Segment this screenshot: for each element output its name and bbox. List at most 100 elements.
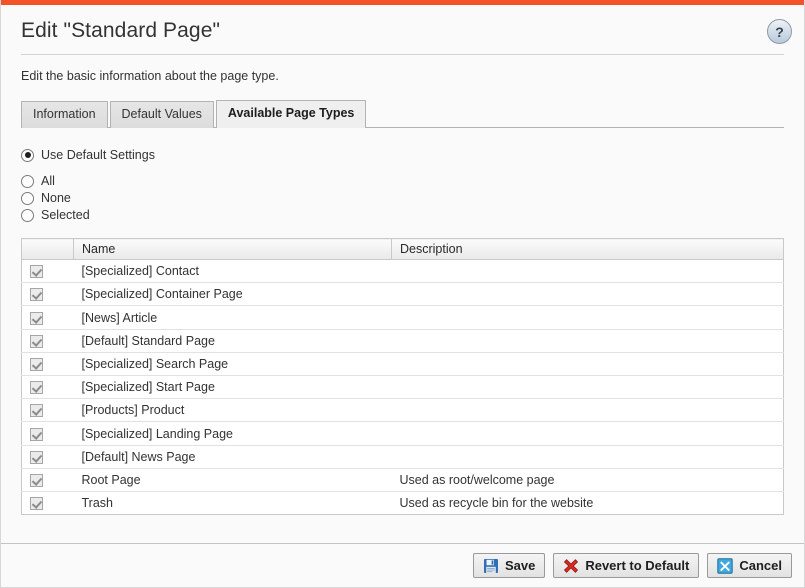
- row-name-cell: [Default] News Page: [73, 445, 392, 469]
- row-description-cell: [391, 445, 784, 469]
- row-name-cell: [Default] Standard Page: [73, 329, 392, 353]
- tab-default-values[interactable]: Default Values: [109, 101, 214, 128]
- radio-label: None: [41, 191, 71, 205]
- help-glyph: ?: [775, 23, 784, 40]
- checkbox-icon[interactable]: [30, 311, 43, 325]
- row-checkbox-cell[interactable]: [21, 305, 74, 330]
- save-button-label: Save: [504, 558, 536, 573]
- title-divider: [21, 54, 784, 55]
- intro-text: Edit the basic information about the pag…: [21, 69, 279, 83]
- table-row[interactable]: [Specialized] Search Page: [21, 352, 784, 377]
- tab-information[interactable]: Information: [21, 101, 108, 128]
- page-types-table-wrap: Name Description [Specialized] Contact [S…: [1, 224, 804, 516]
- page-root: Edit "Standard Page" ? Edit the basic in…: [0, 0, 805, 588]
- radio-use-default-settings[interactable]: Use Default Settings: [21, 147, 784, 163]
- row-description-cell: [391, 398, 784, 423]
- table-header-row: Name Description: [21, 238, 784, 260]
- radio-label: Selected: [41, 208, 90, 222]
- tab-available-page-types[interactable]: Available Page Types: [215, 100, 367, 128]
- column-header-checkbox[interactable]: [21, 238, 74, 260]
- row-description-cell: [391, 329, 784, 353]
- table-row[interactable]: Trash Used as recycle bin for the website: [22, 492, 784, 515]
- row-name-cell: [News] Article: [73, 305, 392, 330]
- table-row[interactable]: [Products] Product: [21, 398, 784, 423]
- row-checkbox-cell[interactable]: [21, 375, 74, 400]
- row-checkbox-cell[interactable]: [21, 468, 74, 493]
- row-description-cell: [391, 352, 784, 377]
- tab-label: Available Page Types: [227, 106, 355, 120]
- row-checkbox-cell[interactable]: [21, 282, 74, 307]
- red-x-icon: [564, 558, 579, 573]
- tab-bar: Information Default Values Available Pag…: [1, 83, 804, 128]
- table-row[interactable]: [News] Article: [21, 305, 784, 330]
- row-description-cell: [391, 375, 784, 400]
- tab-label: Default Values: [121, 107, 202, 121]
- row-description-cell: [391, 259, 784, 284]
- column-header-name[interactable]: Name: [73, 238, 392, 260]
- checkbox-icon[interactable]: [30, 427, 43, 441]
- cancel-button-label: Cancel: [739, 558, 782, 573]
- checkbox-icon[interactable]: [30, 288, 43, 302]
- radio-indicator-icon: [21, 191, 34, 205]
- checkbox-icon[interactable]: [30, 497, 43, 511]
- save-button[interactable]: Save: [472, 553, 546, 578]
- row-name-cell: [Specialized] Start Page: [73, 375, 392, 400]
- table-row[interactable]: [Default] News Page: [21, 445, 784, 469]
- checkbox-icon[interactable]: [30, 334, 43, 348]
- page-title: Edit "Standard Page": [21, 19, 221, 42]
- row-checkbox-cell[interactable]: [22, 492, 74, 515]
- revert-to-default-button[interactable]: Revert to Default: [553, 553, 700, 578]
- row-name-cell: Root Page: [73, 468, 392, 493]
- row-description-cell: Used as recycle bin for the website: [399, 496, 594, 511]
- page-header: Edit "Standard Page" ?: [1, 5, 804, 55]
- row-name-cell: [Products] Product: [73, 398, 392, 423]
- row-description-cell: [391, 305, 784, 330]
- table-row[interactable]: [Specialized] Contact: [21, 259, 784, 284]
- row-checkbox-cell[interactable]: [21, 259, 74, 284]
- table-row[interactable]: [Specialized] Start Page: [21, 375, 784, 400]
- cancel-button[interactable]: Cancel: [707, 553, 792, 578]
- row-name-cell: [Specialized] Contact: [73, 259, 392, 284]
- radio-indicator-icon: [21, 148, 34, 162]
- row-description-cell: Used as root/welcome page: [391, 468, 784, 493]
- checkbox-icon[interactable]: [30, 404, 43, 418]
- radio-indicator-icon: [21, 174, 34, 188]
- table-row[interactable]: [Default] Standard Page: [21, 329, 784, 353]
- column-header-description[interactable]: Description: [391, 238, 784, 260]
- tab-list: Information Default Values Available Pag…: [21, 100, 784, 128]
- cancel-x-icon: [717, 557, 734, 574]
- row-checkbox-cell[interactable]: [21, 445, 74, 469]
- revert-button-label: Revert to Default: [585, 558, 690, 573]
- row-description-cell: [391, 282, 784, 307]
- row-checkbox-cell[interactable]: [21, 352, 74, 377]
- checkbox-icon[interactable]: [30, 381, 43, 395]
- row-name-cell: Trash: [81, 496, 114, 511]
- radio-none[interactable]: None: [21, 190, 784, 206]
- page-types-table: Name Description [Specialized] Contact [S…: [21, 238, 784, 516]
- radio-indicator-icon: [21, 208, 34, 222]
- row-name-cell: [Specialized] Landing Page: [73, 421, 392, 446]
- table-row[interactable]: [Specialized] Container Page: [21, 282, 784, 307]
- checkbox-icon[interactable]: [30, 358, 43, 372]
- radio-selected[interactable]: Selected: [21, 207, 784, 223]
- table-row[interactable]: Root Page Used as root/welcome page: [21, 468, 784, 493]
- table-head: Name Description: [21, 238, 784, 260]
- settings-radio-group: Use Default Settings All None Selected: [1, 128, 804, 223]
- checkbox-icon[interactable]: [30, 450, 43, 464]
- table-row[interactable]: [Specialized] Landing Page: [21, 421, 784, 446]
- footer-actions: Save Revert to Default Cancel: [1, 543, 804, 587]
- row-name-cell: [Specialized] Search Page: [73, 352, 392, 377]
- help-circle-icon[interactable]: ?: [767, 19, 792, 44]
- tab-label: Information: [33, 107, 96, 121]
- radio-label: Use Default Settings: [41, 148, 155, 162]
- radio-label: All: [41, 174, 55, 188]
- save-floppy-icon: [483, 558, 498, 573]
- row-checkbox-cell[interactable]: [21, 329, 74, 353]
- checkbox-icon[interactable]: [30, 265, 43, 279]
- row-checkbox-cell[interactable]: [21, 421, 74, 446]
- checkbox-icon[interactable]: [30, 474, 43, 488]
- row-name-cell: [Specialized] Container Page: [73, 282, 392, 307]
- table-body: [Specialized] Contact [Specialized] Conta…: [21, 259, 784, 515]
- row-checkbox-cell[interactable]: [21, 398, 74, 423]
- radio-all[interactable]: All: [21, 173, 784, 189]
